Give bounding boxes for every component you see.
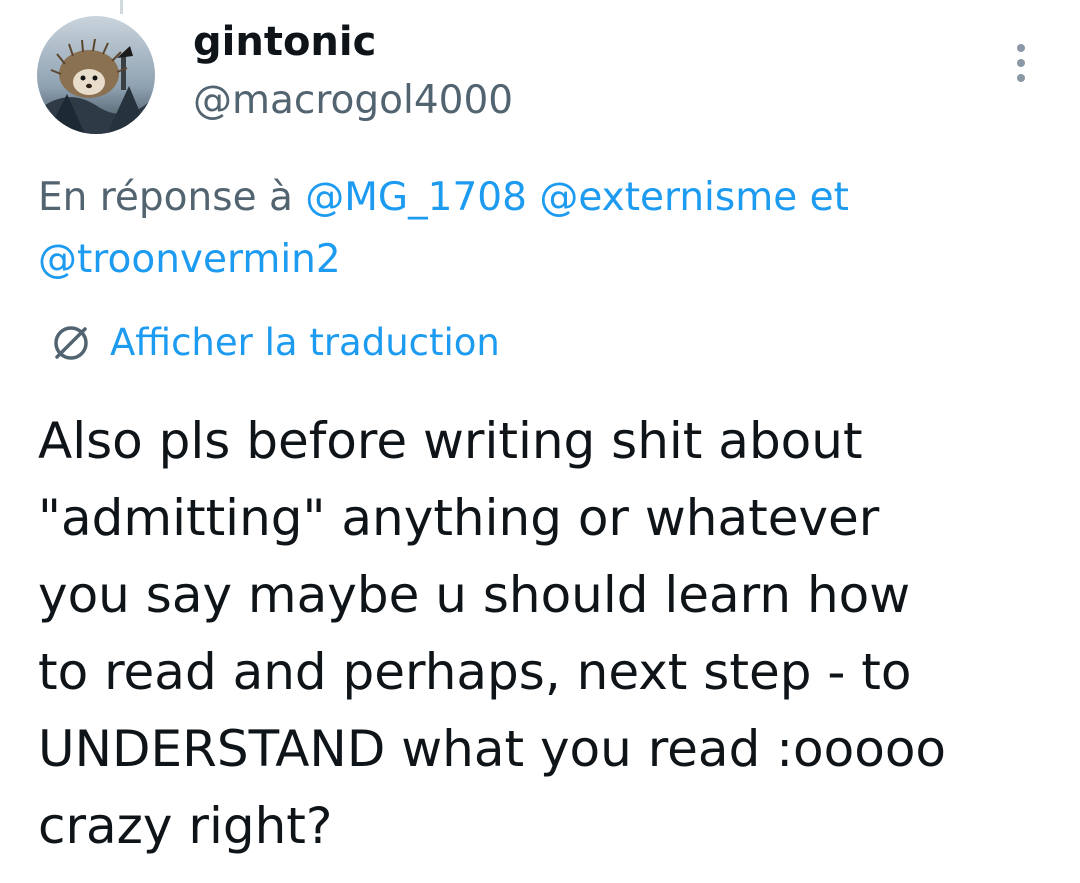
author-display-name[interactable]: gintonic xyxy=(193,18,376,66)
show-translation-label: Afficher la traduction xyxy=(110,321,500,364)
more-vertical-icon xyxy=(1017,44,1025,52)
reply-conjunction: et xyxy=(809,175,849,220)
reply-context: En réponse à @MG_1708 @externisme et @tr… xyxy=(38,167,1038,291)
mention-link-troonvermin2[interactable]: @troonvermin2 xyxy=(38,237,341,282)
avatar[interactable] xyxy=(37,16,155,134)
mention-link-mg-1708[interactable]: @MG_1708 xyxy=(305,175,527,220)
author-handle[interactable]: @macrogol4000 xyxy=(193,77,513,125)
mention-link-externisme[interactable]: @externisme xyxy=(539,175,797,220)
more-vertical-icon-dot-3 xyxy=(1017,74,1025,82)
globe-translate-icon xyxy=(54,326,88,360)
show-translation-button[interactable]: Afficher la traduction xyxy=(48,316,500,370)
tweet-text: Also pls before writing shit about "admi… xyxy=(38,412,947,855)
thread-connector-line xyxy=(120,0,123,14)
more-options-button[interactable] xyxy=(1003,38,1039,88)
reply-prefix: En réponse à xyxy=(38,175,293,220)
hedgehog-avatar-image xyxy=(37,16,155,134)
more-vertical-icon-dot-2 xyxy=(1017,59,1025,67)
